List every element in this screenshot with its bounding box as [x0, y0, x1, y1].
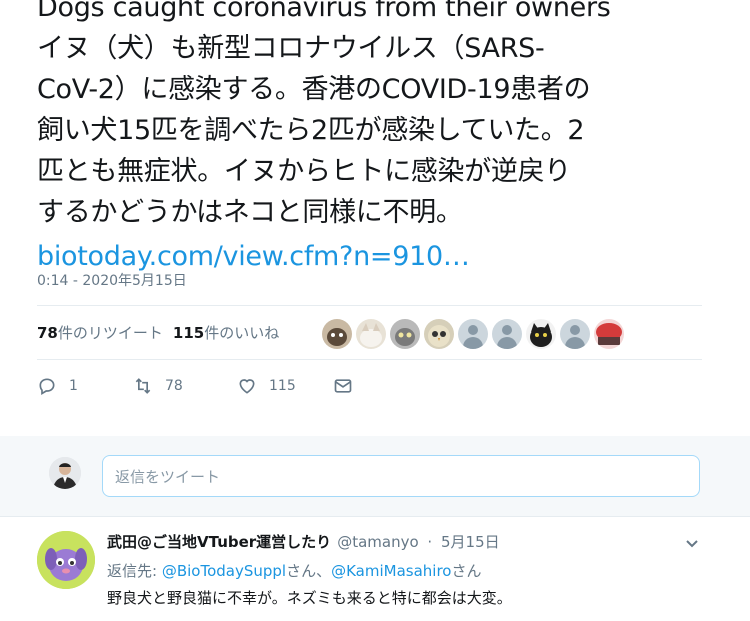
reply-separator: · [427, 533, 433, 551]
reply-author-handle[interactable]: @tamanyo [337, 533, 418, 551]
heart-icon [239, 379, 255, 394]
tweet-stats: 78件のリツイート 115件のいいね [37, 322, 279, 343]
divider [0, 516, 750, 517]
retweets-label: 件のリツイート [57, 324, 163, 342]
reply-count: 1 [69, 378, 78, 394]
tweet-line: 飼い犬15匹を調べたら2匹が感染していた。2 [37, 115, 585, 146]
replying-to-prefix: 返信先: [107, 562, 162, 580]
reply-date[interactable]: 5月15日 [441, 533, 500, 551]
reply-header: 武田@ご当地VTuber運営したり @tamanyo · 5月15日 [107, 531, 500, 552]
liker-avatar[interactable] [322, 319, 352, 349]
tweet-actions: 1 78 115 [37, 376, 353, 396]
reply-replying-to: 返信先: @BioTodaySupplさん、@KamiMasahiroさん [107, 560, 482, 581]
tweet-line: CoV-2）に感染する。香港のCOVID-19患者の [37, 74, 591, 105]
mention-link[interactable]: @BioTodaySuppl [162, 562, 286, 580]
likes-count: 115 [172, 324, 205, 342]
mention-suffix: さん、 [286, 562, 332, 580]
envelope-icon [334, 379, 352, 393]
chevron-down-icon[interactable] [684, 535, 700, 551]
reply-text: 野良犬と野良猫に不幸が。ネズミも来ると特に都会は大変。 [107, 589, 512, 607]
current-user-avatar [49, 457, 81, 489]
like-count: 115 [269, 378, 296, 394]
liker-avatar-default[interactable] [458, 319, 488, 349]
reply-author-name[interactable]: 武田@ご当地VTuber運営したり [107, 533, 331, 551]
liker-avatar[interactable] [390, 319, 420, 349]
reply-action[interactable]: 1 [37, 376, 133, 396]
tweet-line: 匹とも無症状。イヌからヒトに感染が逆戻り [37, 156, 571, 187]
liker-avatar[interactable] [526, 319, 556, 349]
divider [37, 359, 702, 360]
liker-avatar[interactable] [594, 319, 624, 349]
dm-action[interactable] [333, 376, 353, 396]
tweet-line: イヌ（犬）も新型コロナウイルス（SARS- [37, 33, 545, 64]
liker-avatar[interactable] [356, 319, 386, 349]
retweet-count: 78 [165, 378, 183, 394]
tweet-body: Dogs caught coronavirus from their owner… [37, 0, 717, 277]
liker-avatar-default[interactable] [560, 319, 590, 349]
tweet-line: するかどうかはネコと同様に不明。 [37, 197, 463, 228]
retweets-count: 78 [37, 324, 58, 342]
tweet-line: Dogs caught coronavirus from their owner… [37, 0, 611, 23]
likes-stat[interactable]: 115件のいいね [173, 322, 279, 343]
likes-label: 件のいいね [204, 324, 280, 342]
reply-placeholder: 返信をツイート [115, 468, 221, 486]
liker-avatars [322, 319, 624, 349]
like-action[interactable]: 115 [237, 376, 333, 396]
retweet-action[interactable]: 78 [133, 376, 237, 396]
reply-author-avatar[interactable] [37, 531, 95, 589]
tweet-timestamp[interactable]: 0:14 - 2020年5月15日 [37, 270, 187, 290]
retweet-icon [135, 378, 151, 394]
reply-icon [39, 378, 55, 395]
liker-avatar[interactable] [424, 319, 454, 349]
mention-link[interactable]: @KamiMasahiro [331, 562, 451, 580]
divider [37, 305, 702, 306]
mention-suffix: さん [451, 562, 482, 580]
liker-avatar-default[interactable] [492, 319, 522, 349]
reply-input[interactable]: 返信をツイート [102, 455, 700, 497]
retweets-stat[interactable]: 78件のリツイート [37, 322, 163, 343]
